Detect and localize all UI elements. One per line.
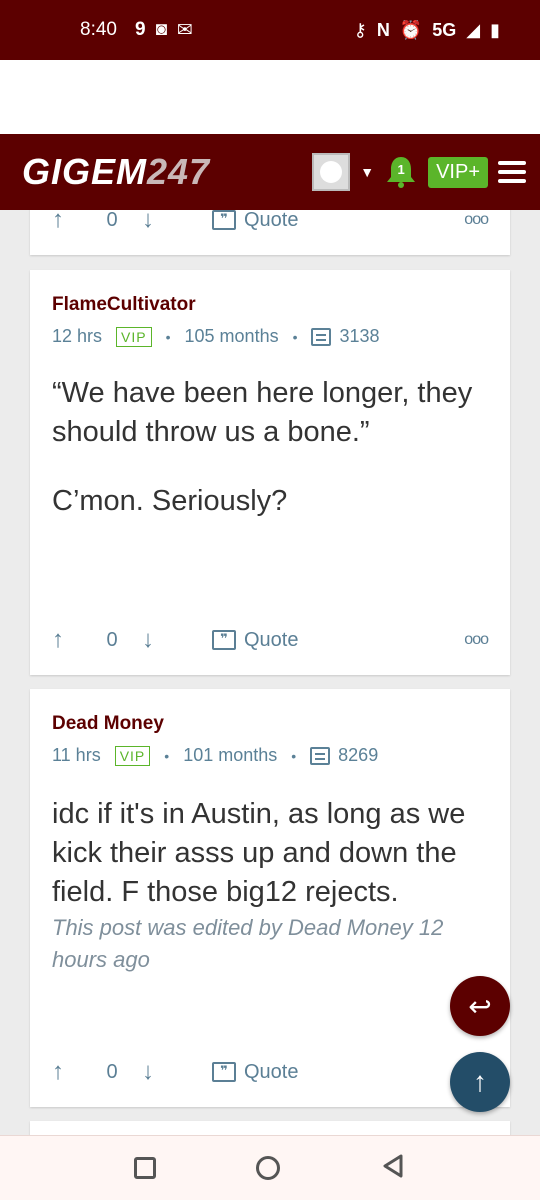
post-card <box>30 1121 510 1135</box>
alarm-icon: ⏰ <box>399 19 423 40</box>
logo-number: 247 <box>147 151 211 192</box>
battery-icon: ▮ <box>490 19 500 40</box>
quote-button[interactable]: ❞ Quote <box>212 1061 298 1084</box>
hamburger-menu-icon[interactable] <box>498 161 526 183</box>
post-body: idc if it's in Austin, as long as we kic… <box>52 795 480 976</box>
post-paragraph: C’mon. Seriously? <box>52 485 288 517</box>
reply-button[interactable]: ↩ <box>450 976 510 1036</box>
post-time: 12 hrs <box>52 326 103 346</box>
vote-count: 0 <box>106 1060 118 1083</box>
status-bar: 8:40 9 ◙ ✉ ⚷ Ν ⏰ 5G ◢ ▮ <box>0 0 540 60</box>
vote-count: 0 <box>106 210 118 231</box>
post-meta: 12 hrs VIP • 105 months • 3138 <box>52 326 380 347</box>
recents-button[interactable] <box>134 1157 156 1179</box>
more-options-icon[interactable]: ooo <box>464 631 489 649</box>
quote-label: Quote <box>244 210 299 231</box>
logo-text: GIGEM <box>22 151 148 192</box>
downvote-icon[interactable]: ↓ <box>142 626 172 654</box>
network-label: 5G <box>432 19 457 40</box>
post-paragraph: “We have been here longer, they should t… <box>52 377 473 448</box>
quote-button[interactable]: ❞ Quote <box>212 210 298 232</box>
quote-button[interactable]: ❞ Quote <box>212 629 298 652</box>
quote-label: Quote <box>244 1060 299 1083</box>
post-card: ↑ 0 ↓ ❞ Quote ooo <box>30 210 510 255</box>
notification-count: 1 <box>397 162 405 177</box>
back-triangle-icon <box>383 1154 403 1177</box>
vote-count: 0 <box>106 628 118 651</box>
vip-badge: VIP <box>114 745 151 766</box>
post-paragraph: idc if it's in Austin, as long as we kic… <box>52 798 466 908</box>
back-button[interactable] <box>380 1153 406 1184</box>
post-time: 11 hrs <box>52 745 101 765</box>
camera-icon: ◙ <box>155 19 168 40</box>
quote-icon: ❞ <box>212 630 236 650</box>
quote-icon: ❞ <box>212 1062 236 1082</box>
post-count: 8269 <box>338 745 379 765</box>
post-count-icon <box>311 327 332 346</box>
vip-badge: VIP <box>116 326 152 347</box>
browser-chrome-area <box>0 60 540 134</box>
reply-icon: ↩ <box>468 990 492 1022</box>
member-tenure: 105 months <box>184 326 279 346</box>
post-count-icon <box>310 746 331 765</box>
scroll-top-button[interactable]: ↑ <box>450 1052 510 1112</box>
edited-note: This post was edited by Dead Money 12 ho… <box>52 915 444 972</box>
post-username[interactable]: FlameCultivator <box>52 294 196 316</box>
notifications-button[interactable]: 1 <box>384 152 418 192</box>
downvote-icon[interactable]: ↓ <box>142 210 172 234</box>
member-tenure: 101 months <box>183 745 278 765</box>
status-system-icons: ⚷ Ν ⏰ 5G ◢ ▮ <box>354 20 500 41</box>
signal-icon: ◢ <box>466 19 481 40</box>
nfc-icon: Ν <box>376 19 390 40</box>
upvote-icon[interactable]: ↑ <box>52 1058 82 1086</box>
downvote-icon[interactable]: ↓ <box>142 1058 172 1086</box>
user-avatar[interactable] <box>312 153 351 191</box>
upvote-icon[interactable]: ↑ <box>52 626 82 654</box>
post-meta: 11 hrs VIP • 101 months • 8269 <box>52 745 379 766</box>
site-header: GIGEM247 ▼ 1 VIP+ <box>0 134 540 210</box>
system-nav-bar <box>0 1135 540 1200</box>
more-options-icon[interactable]: ooo <box>464 211 489 229</box>
arrow-up-icon: ↑ <box>473 1066 487 1097</box>
app-icon: 9 <box>134 19 146 40</box>
post-card: FlameCultivator 12 hrs VIP • 105 months … <box>30 270 510 675</box>
quote-label: Quote <box>244 628 299 651</box>
post-body: “We have been here longer, they should t… <box>52 374 480 551</box>
key-icon: ⚷ <box>353 19 367 40</box>
post-card: Dead Money 11 hrs VIP • 101 months • 826… <box>30 689 510 1107</box>
status-time: 8:40 <box>80 19 117 40</box>
post-count: 3138 <box>339 326 380 346</box>
mail-icon: ✉ <box>177 19 193 41</box>
post-username[interactable]: Dead Money <box>52 713 164 735</box>
vip-plus-button[interactable]: VIP+ <box>428 156 488 188</box>
upvote-icon[interactable]: ↑ <box>52 210 82 234</box>
site-logo[interactable]: GIGEM247 <box>22 151 210 193</box>
home-button[interactable] <box>256 1156 280 1180</box>
status-notification-icons: 9 ◙ ✉ <box>135 19 193 42</box>
chevron-down-icon[interactable]: ▼ <box>360 164 374 180</box>
quote-icon: ❞ <box>212 210 236 230</box>
